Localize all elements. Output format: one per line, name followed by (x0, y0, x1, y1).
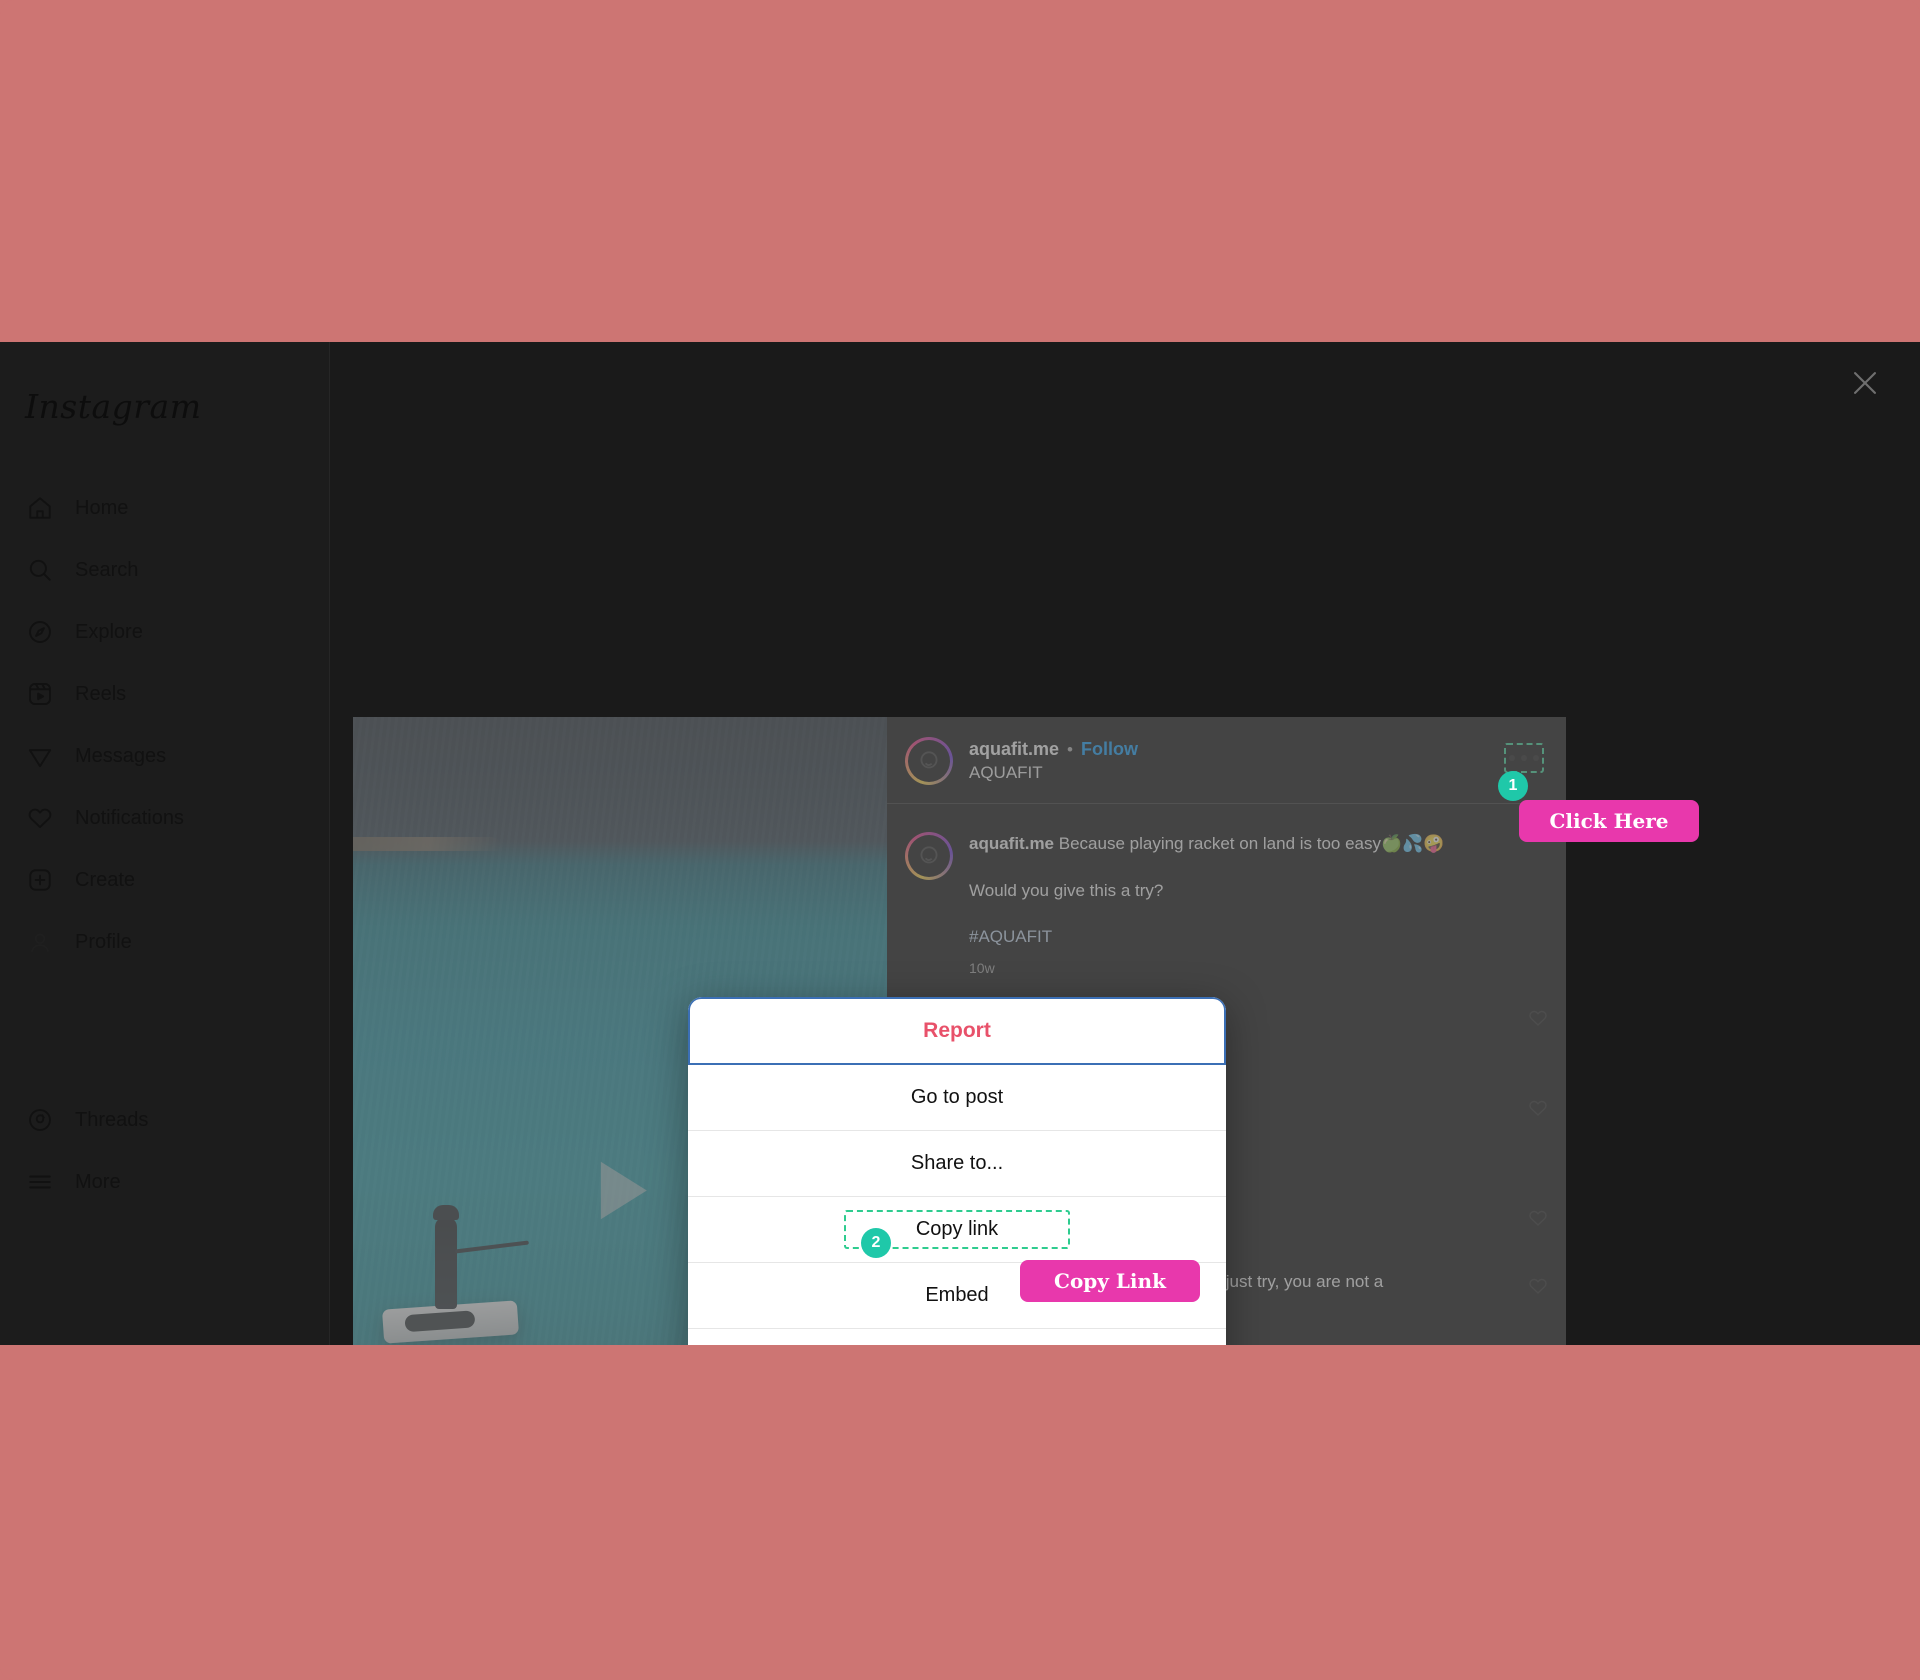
comment-like-icon[interactable] (1528, 1276, 1548, 1301)
paddler-figure (433, 1205, 459, 1309)
post-author-name[interactable]: aquafit.me (969, 739, 1059, 760)
separator-dot: • (1067, 739, 1073, 759)
author-row: aquafit.me • Follow (969, 739, 1138, 760)
avatar[interactable] (905, 832, 953, 880)
click-here-button[interactable]: Click Here (1519, 800, 1699, 842)
comment-like-icon[interactable] (1528, 1008, 1548, 1033)
instagram-logo[interactable]: Instagram (25, 387, 202, 426)
avatar-icon (25, 927, 55, 957)
step-badge-1: 1 (1498, 771, 1528, 801)
sidebar-item-create[interactable]: Create (0, 849, 330, 911)
sidebar-item-threads[interactable]: Threads (0, 1089, 330, 1151)
screenshot-root: Instagram Home Search Explore Reels Mess… (0, 0, 1920, 1680)
heart-icon (25, 803, 55, 833)
close-icon[interactable] (1848, 366, 1882, 400)
dialog-item-go-to-post[interactable]: Go to post (688, 1065, 1226, 1131)
caption-age: 10w (969, 959, 995, 976)
sidebar-item-label: Home (75, 497, 129, 519)
sidebar-item-home[interactable]: Home (0, 477, 330, 539)
sidebar-item-profile[interactable]: Profile (0, 911, 330, 973)
dialog-item-share-to[interactable]: Share to... (688, 1131, 1226, 1197)
sidebar-item-label: Threads (75, 1109, 149, 1131)
sidebar-item-explore[interactable]: Explore (0, 601, 330, 663)
caption-hashtag[interactable]: #AQUAFIT (969, 925, 1548, 950)
ellipsis-icon[interactable] (1504, 743, 1544, 773)
dialog-item-cancel[interactable]: Cancel (688, 1329, 1226, 1345)
sidebar-nav: Home Search Explore Reels Messages Notif… (0, 477, 330, 1213)
comment-like-icon[interactable] (1528, 1208, 1548, 1233)
sidebar-item-messages[interactable]: Messages (0, 725, 330, 787)
caption-block: aquafit.me Because playing racket on lan… (905, 822, 1548, 994)
sidebar-item-reels[interactable]: Reels (0, 663, 330, 725)
frame-top-band (0, 0, 1920, 342)
sidebar-item-notifications[interactable]: Notifications (0, 787, 330, 849)
sidebar-item-label: Explore (75, 621, 143, 643)
dialog-item-report[interactable]: Report (688, 997, 1226, 1065)
avatar-inner (908, 740, 950, 782)
threads-icon (25, 1105, 55, 1135)
hamburger-icon (25, 1167, 55, 1197)
caption-text: Because playing racket on land is too ea… (1054, 834, 1445, 853)
home-icon (25, 493, 55, 523)
follow-button[interactable]: Follow (1081, 739, 1138, 760)
sidebar-item-label: Messages (75, 745, 167, 767)
copy-link-cta-button[interactable]: Copy Link (1020, 1260, 1200, 1302)
avatar-inner (908, 835, 950, 877)
sidebar-item-label: Search (75, 559, 139, 581)
caption-line-2: Would you give this a try? (969, 880, 1164, 900)
frame-bottom-band (0, 1345, 1920, 1680)
post-header: aquafit.me • Follow AQUAFIT (887, 717, 1566, 804)
post-subtitle: AQUAFIT (969, 763, 1043, 782)
comment-like-icon[interactable] (1528, 1098, 1548, 1123)
paper-plane-icon (25, 741, 55, 771)
search-icon (25, 555, 55, 585)
sidebar-item-label: Profile (75, 931, 132, 953)
sidebar: Instagram Home Search Explore Reels Mess… (0, 342, 330, 1345)
sidebar-item-search[interactable]: Search (0, 539, 330, 601)
reels-icon (25, 679, 55, 709)
sidebar-item-label: Notifications (75, 807, 184, 829)
sidebar-item-more[interactable]: More (0, 1151, 330, 1213)
compass-icon (25, 617, 55, 647)
instagram-app: Instagram Home Search Explore Reels Mess… (0, 342, 1920, 1345)
sidebar-item-label: Create (75, 869, 136, 891)
post-author-block: aquafit.me • Follow AQUAFIT (969, 739, 1138, 783)
step-badge-2: 2 (861, 1228, 891, 1258)
sidebar-item-label: More (75, 1171, 121, 1193)
sidebar-item-label: Reels (75, 683, 127, 705)
dialog-item-copy-link[interactable]: Copy link (688, 1197, 1226, 1263)
caption-line-1: aquafit.me Because playing racket on lan… (969, 832, 1548, 857)
plus-square-icon (25, 865, 55, 895)
caption-body: aquafit.me Because playing racket on lan… (969, 832, 1548, 976)
avatar[interactable] (905, 737, 953, 785)
coastline (353, 837, 503, 851)
caption-author[interactable]: aquafit.me (969, 834, 1054, 853)
